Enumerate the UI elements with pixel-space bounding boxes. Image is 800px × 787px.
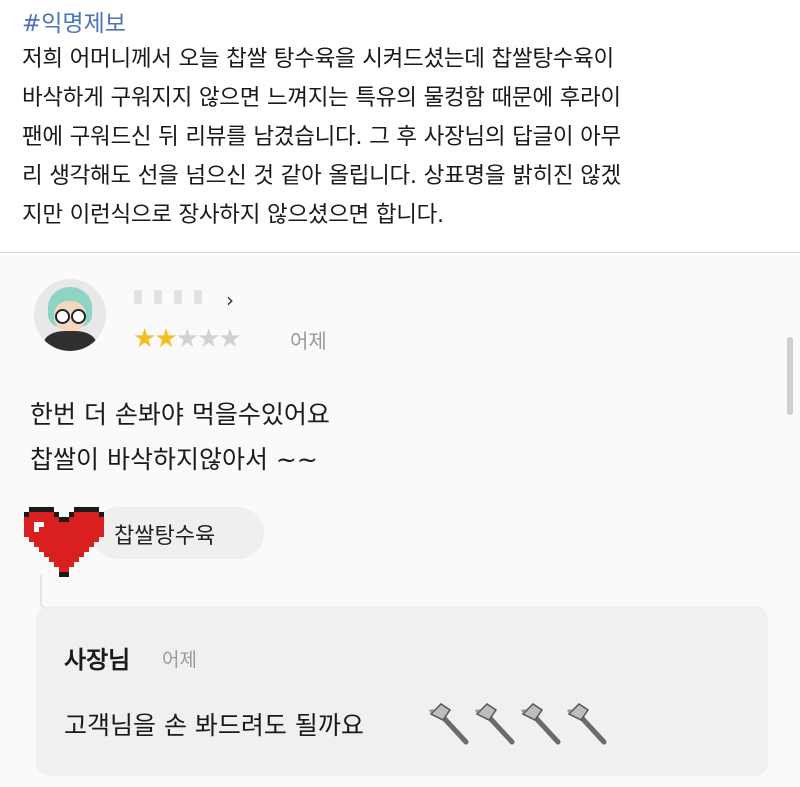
hammer-icon — [429, 703, 469, 745]
star-filled-icon: ★ — [133, 324, 156, 354]
review-line: 찹쌀이 바삭하지않아서 ~~ — [30, 445, 318, 474]
post-line: 지만 이런식으로 장사하지 않으셨으면 합니다. — [22, 202, 444, 228]
heart-icon — [24, 507, 104, 577]
post-line: 바삭하게 구워지지 않으면 느껴지는 특유의 물컹함 때문에 후라이 — [22, 85, 621, 111]
star-empty-icon: ★ — [218, 324, 241, 354]
post-line: 팬에 구워드신 뒤 리뷰를 남겼습니다. 그 후 사장님의 답글이 아무 — [22, 124, 621, 150]
reply-text: 고객님을 손 봐드려도 될까요 — [64, 711, 364, 740]
hammer-icon — [521, 703, 561, 745]
post-body: 저희 어머니께서 오늘 찹쌀 탕수육을 시켜드셨는데 찹쌀탕수육이 바삭하게 구… — [22, 40, 782, 235]
review-text: 한번 더 손봐야 먹을수있어요 찹쌀이 바삭하지않아서 ~~ — [30, 392, 330, 482]
owner-reply-box — [36, 606, 768, 776]
star-empty-icon: ★ — [196, 324, 220, 354]
hashtag-link[interactable]: #익명제보 — [22, 4, 126, 38]
review-date: 어제 — [290, 329, 327, 353]
menu-tag-label: 찹쌀탕수육 — [114, 524, 216, 549]
hammer-icon — [567, 703, 607, 745]
star-filled-icon: ★ — [154, 324, 177, 354]
review-line: 한번 더 손봐야 먹을수있어요 — [30, 400, 330, 429]
avatar-icon[interactable] — [34, 279, 106, 351]
reviewer-name-blurred[interactable] — [134, 283, 212, 307]
reply-connector — [40, 575, 64, 609]
hammer-emoji-group — [428, 700, 618, 748]
hammer-icon — [475, 703, 515, 745]
reply-date: 어제 — [162, 649, 197, 671]
post-line: 저희 어머니께서 오늘 찹쌀 탕수육을 시켜드셨는데 찹쌀탕수육이 — [22, 46, 614, 72]
reply-author: 사장님 — [64, 646, 131, 674]
chevron-right-icon[interactable]: › — [226, 288, 234, 312]
scrollbar[interactable] — [787, 337, 793, 415]
post-section: #익명제보 저희 어머니께서 오늘 찹쌀 탕수육을 시켜드셨는데 찹쌀탕수육이 … — [0, 0, 800, 252]
star-empty-icon: ★ — [175, 324, 199, 354]
star-rating: ★★★★★ — [133, 324, 242, 354]
post-line: 리 생각해도 선을 넘으신 것 같아 올립니다. 상표명을 밝히진 않겠 — [22, 163, 621, 189]
